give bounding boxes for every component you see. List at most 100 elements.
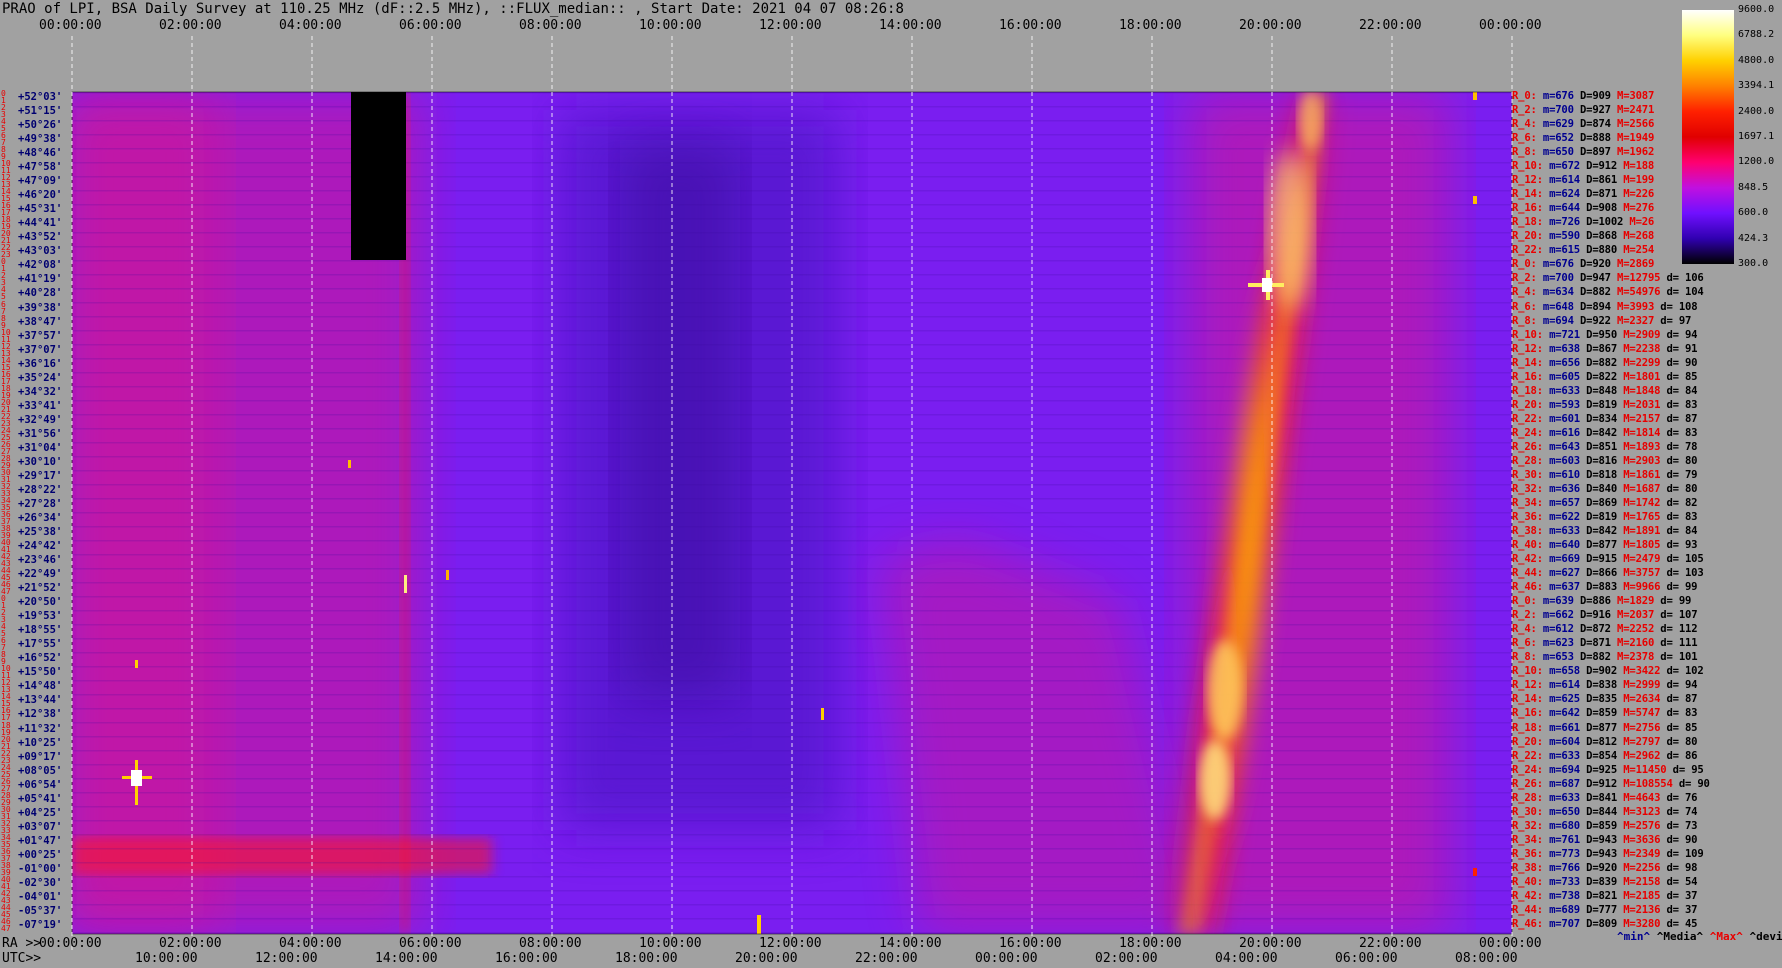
stats-dv: d= 83 xyxy=(1660,426,1698,439)
stats-mx: M=11450 xyxy=(1617,763,1667,776)
stats-mn: m=634 xyxy=(1536,286,1574,299)
ra-tick-label: 10:00:00 xyxy=(639,936,702,951)
stats-row: R_8: m=650 D=897 M=1962 xyxy=(1512,146,1654,158)
stats-rn: R_38: xyxy=(1512,525,1543,538)
stats-md: D=868 xyxy=(1579,230,1618,243)
colorbar-tick-label: 300.0 xyxy=(1738,258,1769,269)
stats-mx: M=2999 xyxy=(1617,679,1661,692)
stats-mn: m=623 xyxy=(1536,637,1574,650)
stats-mx: M=2185 xyxy=(1617,889,1661,902)
stats-mn: m=676 xyxy=(1536,258,1574,271)
stats-dv: d= 84 xyxy=(1660,525,1698,538)
stats-row: R_28: m=633 D=841 M=4643 d= 76 xyxy=(1512,791,1698,804)
source-dot-9 xyxy=(1473,868,1477,876)
stats-mx: M=2157 xyxy=(1617,412,1661,425)
stats-rn: R_28: xyxy=(1512,791,1543,804)
stats-md: D=867 xyxy=(1579,342,1618,355)
top-tick-label: 20:00:00 xyxy=(1239,18,1302,33)
source-dot-6 xyxy=(757,915,761,934)
stats-mn: m=689 xyxy=(1542,903,1580,916)
stats-md: D=947 xyxy=(1573,272,1611,285)
declination-label: +49°38' xyxy=(18,133,63,146)
stats-row: R_2: m=700 D=947 M=12795 d= 106 xyxy=(1512,272,1704,284)
stats-rn: R_46: xyxy=(1512,917,1543,930)
stats-mx: M=1949 xyxy=(1610,132,1655,145)
stats-rn: R_6: xyxy=(1512,132,1537,145)
stats-mx: M=1893 xyxy=(1617,440,1661,453)
stats-row: R_18: m=633 D=848 M=1848 d= 84 xyxy=(1512,384,1698,397)
stats-mn: m=694 xyxy=(1542,763,1580,776)
stats-row: R_36: m=773 D=943 M=2349 d= 109 xyxy=(1512,848,1704,860)
stats-md: D=844 xyxy=(1579,805,1618,818)
stats-rn: R_42: xyxy=(1512,889,1543,902)
declination-label: +43°52' xyxy=(18,231,63,244)
stats-mn: m=633 xyxy=(1542,791,1580,804)
stats-rn: R_16: xyxy=(1512,370,1543,383)
stats-mx: M=1765 xyxy=(1617,511,1661,523)
stats-md: D=886 xyxy=(1573,595,1611,608)
stats-rn: R_10: xyxy=(1512,160,1543,173)
stats-mx: M=2136 xyxy=(1617,903,1661,916)
stats-rn: R_8: xyxy=(1512,651,1537,664)
stats-dv: d= 104 xyxy=(1660,286,1704,299)
declination-label: -02°30' xyxy=(18,876,63,889)
stats-mn: m=694 xyxy=(1536,314,1574,327)
colorbar-tick-label: 1200.0 xyxy=(1738,156,1775,168)
stats-mn: m=653 xyxy=(1536,651,1574,664)
declination-label: +01°47' xyxy=(18,834,63,847)
declination-label: +15°50' xyxy=(18,666,63,679)
declination-label: +24°42' xyxy=(18,540,63,553)
stats-dv: d= 83 xyxy=(1660,511,1698,523)
stats-dv: d= 103 xyxy=(1660,567,1704,580)
stats-mn: m=733 xyxy=(1542,875,1580,888)
stats-rn: R_22: xyxy=(1512,244,1543,257)
stats-row: R_42: m=669 D=915 M=2479 d= 105 xyxy=(1512,553,1704,565)
source-mid xyxy=(1207,640,1243,740)
declination-label: +47°09' xyxy=(18,175,63,188)
declination-label: +22°49' xyxy=(18,568,63,581)
stats-md: D=927 xyxy=(1573,104,1611,117)
stats-rn: R_0: xyxy=(1512,595,1537,608)
top-tick-label: 22:00:00 xyxy=(1359,18,1422,33)
declination-label: +40°28' xyxy=(18,287,63,300)
stats-md: D=835 xyxy=(1579,693,1618,706)
stats-md: D=882 xyxy=(1573,651,1611,664)
stats-mx: M=108554 xyxy=(1617,777,1673,790)
stats-dv: d= 93 xyxy=(1660,539,1698,552)
utc-tick-label: 20:00:00 xyxy=(735,951,798,966)
stats-row: R_46: m=637 D=883 M=9966 d= 99 xyxy=(1512,581,1698,594)
stats-dv: d= 98 xyxy=(1660,861,1698,874)
stats-md: D=883 xyxy=(1579,581,1618,594)
stats-rn: R_20: xyxy=(1512,735,1543,748)
stats-row: R_20: m=590 D=868 M=268 xyxy=(1512,230,1654,242)
stats-mx: M=1861 xyxy=(1617,468,1661,481)
stats-mn: m=700 xyxy=(1536,104,1574,117)
declination-label: +16°52' xyxy=(18,652,63,665)
stats-mx: M=54976 xyxy=(1610,286,1661,299)
stats-md: D=871 xyxy=(1573,637,1611,650)
stats-md: D=851 xyxy=(1579,440,1618,453)
stats-row: R_10: m=658 D=902 M=3422 d= 102 xyxy=(1512,665,1704,677)
stats-mx: M=2479 xyxy=(1617,553,1661,566)
stats-row: R_28: m=603 D=816 M=2903 d= 80 xyxy=(1512,455,1698,467)
stats-md: D=841 xyxy=(1579,791,1618,804)
stats-mn: m=590 xyxy=(1542,230,1580,243)
stats-md: D=839 xyxy=(1579,875,1618,888)
top-tick-label: 08:00:00 xyxy=(519,18,582,33)
stats-rn: R_18: xyxy=(1512,384,1543,397)
stats-rn: R_22: xyxy=(1512,749,1543,762)
stats-rn: R_20: xyxy=(1512,398,1543,411)
dec-zero-band xyxy=(72,838,492,874)
declination-label: +00°25' xyxy=(18,848,63,861)
stats-rn: R_12: xyxy=(1512,174,1543,187)
declination-label: +18°55' xyxy=(18,624,63,637)
stats-dv: d= 108 xyxy=(1654,300,1698,313)
stats-rn: R_4: xyxy=(1512,118,1537,131)
declination-label: +14°48' xyxy=(18,680,63,693)
stats-md: D=877 xyxy=(1579,721,1618,734)
stats-mx: M=3422 xyxy=(1617,665,1661,678)
stats-md: D=908 xyxy=(1579,202,1618,215)
stats-mn: m=604 xyxy=(1542,735,1580,748)
stats-mn: m=622 xyxy=(1542,511,1580,523)
stats-md: D=842 xyxy=(1579,426,1618,439)
